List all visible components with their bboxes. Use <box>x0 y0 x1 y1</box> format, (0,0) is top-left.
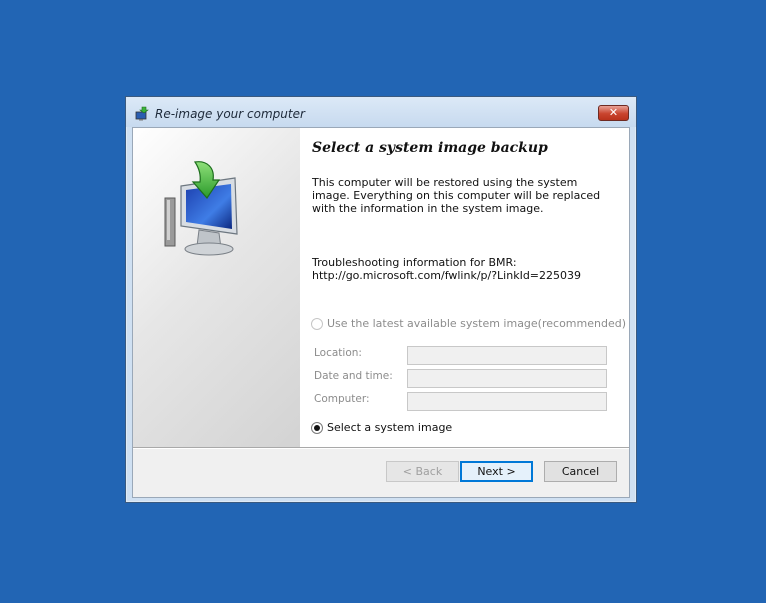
location-field <box>407 346 607 365</box>
computer-label: Computer: <box>314 393 370 405</box>
cancel-button[interactable]: Cancel <box>544 461 617 482</box>
button-bar: < Back Next > Cancel <box>133 449 629 497</box>
radio-selected-dot <box>314 425 320 431</box>
latest-image-label: Use the latest available system image(re… <box>327 317 626 330</box>
close-button[interactable]: ✕ <box>598 105 629 121</box>
close-icon: ✕ <box>608 106 619 119</box>
latest-image-radio[interactable] <box>311 318 323 330</box>
computer-field <box>407 392 607 411</box>
date-time-label: Date and time: <box>314 370 393 382</box>
location-label: Location: <box>314 347 362 359</box>
reimage-dialog: Re-image your computer ✕ Select a system… <box>125 96 637 503</box>
dialog-client-area: Select a system image backup This comput… <box>132 127 630 498</box>
content-panel: Select a system image backup This comput… <box>300 128 629 447</box>
troubleshooting-link: http://go.microsoft.com/fwlink/p/?LinkId… <box>312 269 582 282</box>
reimage-icon <box>135 106 149 121</box>
back-button[interactable]: < Back <box>386 461 459 482</box>
description-text: This computer will be restored using the… <box>312 176 601 215</box>
computer-restore-icon <box>164 161 238 256</box>
page-title: Select a system image backup <box>312 140 548 156</box>
troubleshooting-label: Troubleshooting information for BMR: <box>312 256 517 269</box>
select-image-radio[interactable] <box>311 422 323 434</box>
title-bar[interactable]: Re-image your computer ✕ <box>126 97 636 127</box>
select-image-label: Select a system image <box>327 421 453 434</box>
next-button[interactable]: Next > <box>460 461 533 482</box>
date-time-field <box>407 369 607 388</box>
window-title: Re-image your computer <box>155 107 305 121</box>
side-panel <box>133 128 300 447</box>
